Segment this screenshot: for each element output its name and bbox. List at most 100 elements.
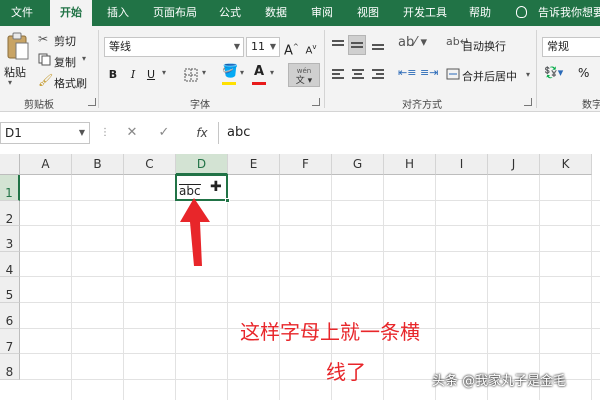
row-header[interactable]: 7 xyxy=(0,328,20,355)
italic-button[interactable]: I xyxy=(126,65,140,85)
font-size-combo[interactable]: 11 ▼ xyxy=(246,37,280,57)
merge-center-button[interactable]: 合并后居中 xyxy=(462,68,517,84)
tab-insert[interactable]: 插入 xyxy=(100,0,136,26)
row-header[interactable]: 8 xyxy=(0,354,20,380)
merge-dropdown-icon[interactable]: ▾ xyxy=(526,70,530,79)
row-header[interactable]: 4 xyxy=(0,251,20,278)
formula-input[interactable]: abc xyxy=(218,122,600,144)
align-middle-button[interactable] xyxy=(348,35,366,55)
column-header[interactable]: H xyxy=(384,154,436,175)
chevron-down-icon: ▼ xyxy=(233,42,240,51)
gridline xyxy=(487,175,488,400)
number-format-combo[interactable]: 常规 xyxy=(542,37,600,57)
decrease-indent-icon[interactable]: ⇤≡ xyxy=(398,66,416,79)
divider xyxy=(324,30,325,108)
copy-icon xyxy=(38,53,51,66)
underline-button[interactable]: U xyxy=(144,65,158,85)
tell-me-box[interactable]: 告诉我你想要 xyxy=(538,0,600,26)
tab-home[interactable]: 开始 xyxy=(50,0,92,27)
column-header[interactable]: I xyxy=(436,154,488,175)
fill-color-swatch xyxy=(222,82,236,85)
row-header[interactable]: 6 xyxy=(0,303,20,329)
font-color-swatch xyxy=(252,82,266,85)
shrink-font-button[interactable]: Av xyxy=(304,37,318,57)
column-header[interactable]: G xyxy=(332,154,384,175)
divider xyxy=(98,30,99,108)
paste-icon[interactable] xyxy=(6,32,30,62)
gridline xyxy=(20,199,600,201)
row-header[interactable]: 5 xyxy=(0,277,20,303)
fill-handle[interactable] xyxy=(225,197,230,203)
name-box[interactable]: D1 ▼ xyxy=(0,122,90,144)
merge-center-icon xyxy=(446,68,460,80)
border-dropdown-icon[interactable]: ▾ xyxy=(202,68,206,77)
currency-icon[interactable]: 💱▾ xyxy=(544,66,563,79)
column-header[interactable]: K xyxy=(540,154,592,175)
column-header[interactable]: A xyxy=(20,154,72,175)
formula-bar: D1 ▼ ⋮ ✕ ✓ fx abc xyxy=(0,118,600,146)
column-header[interactable]: C xyxy=(124,154,176,175)
clipboard-launcher-icon[interactable] xyxy=(88,98,96,106)
annotation-arrow-icon xyxy=(180,198,210,266)
grow-font-icon: A xyxy=(284,43,293,59)
chevron-down-icon: ▼ xyxy=(269,42,276,51)
font-color-dropdown-icon[interactable]: ▾ xyxy=(270,68,274,77)
bold-button[interactable]: B xyxy=(106,65,120,85)
column-header[interactable]: B xyxy=(72,154,124,175)
annotation-line-1: 这样字母上就一条横 xyxy=(240,320,420,344)
fill-color-icon[interactable]: 🪣 xyxy=(222,64,238,79)
row-header[interactable]: 3 xyxy=(0,226,20,252)
tab-page-layout[interactable]: 页面布局 xyxy=(146,0,204,26)
cancel-icon[interactable]: ✕ xyxy=(118,122,146,144)
percent-button[interactable]: % xyxy=(578,66,589,80)
row-header[interactable]: 1 xyxy=(0,175,20,201)
tab-developer[interactable]: 开发工具 xyxy=(396,0,454,26)
format-painter-button[interactable]: 格式刷 xyxy=(54,75,87,91)
copy-dropdown-icon[interactable]: ▾ xyxy=(82,54,86,63)
wrap-text-button[interactable]: 自动换行 xyxy=(462,38,506,54)
worksheet-grid[interactable]: A B C D E F G H I J K 1 2 3 4 5 6 7 8 abc ✚ xyxy=(0,154,600,400)
font-launcher-icon[interactable] xyxy=(312,98,320,106)
column-header[interactable]: F xyxy=(280,154,332,175)
alignment-group-title: 对齐方式 xyxy=(402,100,442,111)
number-format-value: 常规 xyxy=(547,40,569,53)
chevron-down-icon: ▼ xyxy=(78,128,85,137)
font-name-value: 等线 xyxy=(109,40,131,53)
lightbulb-icon xyxy=(516,6,527,18)
font-color-icon[interactable]: A xyxy=(254,64,264,79)
more-options-icon: ⋮ xyxy=(100,127,110,138)
underline-dropdown-icon[interactable]: ▾ xyxy=(162,68,166,77)
column-header[interactable]: J xyxy=(488,154,540,175)
alignment-launcher-icon[interactable] xyxy=(524,98,532,106)
column-header[interactable]: D xyxy=(176,154,228,175)
orientation-icon[interactable]: ab⁄ ▾ xyxy=(398,35,427,50)
tab-help[interactable]: 帮助 xyxy=(462,0,498,26)
phonetic-icon: 文 ▾ xyxy=(295,76,313,86)
paste-dropdown-icon[interactable]: ▾ xyxy=(8,78,12,87)
ribbon: 粘贴 ▾ ✂ 剪切 复制 ▾ 🖌 格式刷 剪贴板 等线 ▼ 11 ▼ A^ Av… xyxy=(0,26,600,112)
column-header[interactable]: E xyxy=(228,154,280,175)
cut-button[interactable]: 剪切 xyxy=(54,33,76,49)
tab-view[interactable]: 视图 xyxy=(350,0,386,26)
gridline xyxy=(20,353,600,355)
fill-dropdown-icon[interactable]: ▾ xyxy=(240,68,244,77)
tab-review[interactable]: 审阅 xyxy=(304,0,340,26)
increase-indent-icon[interactable]: ≡⇥ xyxy=(420,66,438,79)
row-header[interactable]: 2 xyxy=(0,200,20,227)
grow-font-button[interactable]: A^ xyxy=(284,37,299,59)
select-all-corner[interactable] xyxy=(0,154,20,175)
annotation-line-2: 线了 xyxy=(326,360,366,384)
tab-file[interactable]: 文件 xyxy=(4,0,40,26)
font-name-combo[interactable]: 等线 ▼ xyxy=(104,37,244,57)
phonetic-guide-button[interactable]: wén 文 ▾ xyxy=(288,63,320,87)
gridline xyxy=(123,175,124,400)
ribbon-tab-bar: 文件 开始 插入 页面布局 公式 数据 审阅 视图 开发工具 帮助 告诉我你想要 xyxy=(0,0,600,27)
tab-data[interactable]: 数据 xyxy=(258,0,294,26)
watermark: 头条 @我家丸子是金毛 xyxy=(432,374,567,389)
insert-function-button[interactable]: fx xyxy=(188,122,216,144)
copy-button[interactable]: 复制 xyxy=(54,54,76,70)
gridline xyxy=(20,250,600,252)
enter-icon[interactable]: ✓ xyxy=(150,122,178,144)
tab-formulas[interactable]: 公式 xyxy=(212,0,248,26)
border-icon[interactable] xyxy=(184,68,198,82)
